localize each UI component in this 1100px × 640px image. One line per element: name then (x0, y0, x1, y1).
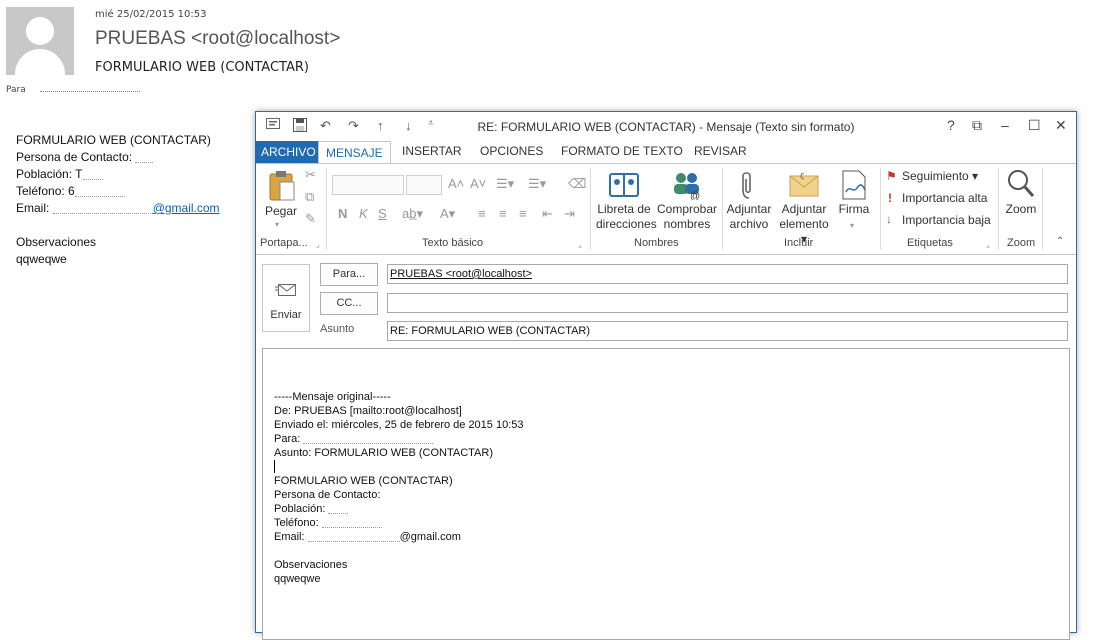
grow-font-icon[interactable]: A˄ (448, 176, 464, 191)
send-icon (275, 281, 297, 302)
follow-up-flag-icon[interactable]: ⚑ (886, 169, 897, 183)
numbering-icon[interactable]: ☰▾ (528, 176, 546, 192)
check-names-button[interactable]: Comprobar nombres (656, 202, 718, 232)
reply-body-text[interactable]: -----Mensaje original----- De: PRUEBAS [… (274, 390, 524, 586)
help-icon[interactable]: ? (947, 117, 955, 133)
bullets-icon[interactable]: ☰▾ (496, 176, 514, 192)
align-center-icon[interactable]: ≡ (499, 206, 507, 221)
etiquetas-launcher-icon[interactable]: ⌟ (986, 240, 990, 249)
body-poblacion: Población: T (16, 166, 220, 183)
paste-dropdown-icon[interactable]: ▾ (275, 220, 279, 229)
compose-window: ↶ ↷ ↑ ↓ ⩡ RE: FORMULARIO WEB (CONTACTAR)… (255, 111, 1077, 640)
message-sender[interactable]: PRUEBAS <root@localhost> (95, 28, 340, 50)
low-importance-button[interactable]: Importancia baja (902, 213, 991, 228)
send-label: Enviar (270, 309, 302, 321)
body-telefono: Teléfono: 6 (16, 183, 220, 200)
message-body-editor[interactable]: -----Mensaje original----- De: PRUEBAS [… (262, 348, 1070, 640)
group-label-incluir: Incluir (784, 237, 814, 249)
attach-file-icon[interactable] (741, 170, 757, 205)
text-cursor (274, 460, 524, 474)
texto-basico-launcher-icon[interactable]: ⌟ (578, 240, 582, 249)
underline-button[interactable]: S (378, 206, 387, 221)
group-label-portapapeles: Portapa... (260, 237, 308, 249)
group-label-etiquetas: Etiquetas (907, 237, 953, 249)
address-book-icon[interactable] (609, 172, 639, 203)
collapse-ribbon-icon[interactable]: ⌃ (1056, 236, 1064, 247)
align-right-icon[interactable]: ≡ (519, 206, 527, 221)
highlight-icon[interactable]: ab̲▾ (402, 206, 423, 222)
maximize-icon[interactable]: ☐ (1028, 117, 1041, 134)
zoom-icon[interactable] (1007, 169, 1035, 204)
copy-icon[interactable]: ⧉ (305, 189, 314, 205)
clear-format-icon[interactable]: ⌫ (568, 176, 586, 192)
signature-icon[interactable] (841, 170, 867, 205)
tab-archivo[interactable]: ARCHIVO (256, 141, 321, 163)
portapapeles-launcher-icon[interactable]: ⌟ (316, 240, 320, 249)
decrease-indent-icon[interactable]: ⇤ (542, 206, 553, 222)
group-label-nombres: Nombres (634, 237, 679, 249)
email-link[interactable]: @gmail.com (52, 201, 220, 215)
signature-button[interactable]: Firma (834, 202, 874, 217)
to-field[interactable]: PRUEBAS <root@localhost> (387, 264, 1068, 284)
tab-revisar[interactable]: REVISAR (694, 144, 747, 158)
body-heading: FORMULARIO WEB (CONTACTAR) (16, 133, 211, 147)
subject-field[interactable]: RE: FORMULARIO WEB (CONTACTAR) (387, 321, 1068, 341)
paste-button[interactable]: Pegar (265, 204, 297, 219)
minimize-icon[interactable]: – (1001, 117, 1009, 133)
font-size-combo[interactable] (406, 175, 442, 195)
paste-icon[interactable] (268, 170, 296, 207)
title-bar: ↶ ↷ ↑ ↓ ⩡ RE: FORMULARIO WEB (CONTACTAR)… (256, 112, 1076, 140)
body-observaciones: Observaciones (16, 235, 97, 249)
signature-dropdown-icon[interactable]: ▾ (850, 221, 854, 230)
increase-indent-icon[interactable]: ⇥ (564, 206, 575, 222)
tab-mensaje[interactable]: MENSAJE (318, 141, 391, 164)
format-painter-icon[interactable]: ✎ (305, 211, 316, 227)
bold-button[interactable]: N (338, 206, 347, 221)
cc-field[interactable] (387, 293, 1068, 313)
send-button[interactable]: Enviar (262, 264, 310, 332)
body-email: Email: @gmail.com (16, 201, 220, 215)
high-importance-button[interactable]: Importancia alta (902, 191, 987, 206)
message-date: mié 25/02/2015 10:53 (95, 9, 207, 20)
tab-opciones[interactable]: OPCIONES (480, 144, 543, 158)
high-importance-icon[interactable]: ! (888, 191, 892, 205)
message-to: Para (6, 85, 140, 95)
ribbon: Pegar ▾ ✂ ⧉ ✎ Portapa... ⌟ A˄ A˅ ☰▾ ☰▾ ⌫… (256, 163, 1076, 255)
tab-insertar[interactable]: INSERTAR (402, 144, 462, 158)
subject-label: Asunto (320, 323, 355, 335)
zoom-button[interactable]: Zoom (1002, 202, 1040, 217)
low-importance-icon[interactable]: ↓ (886, 212, 892, 226)
attach-file-button[interactable]: Adjuntar archivo (724, 202, 774, 232)
message-body: FORMULARIO WEB (CONTACTAR) Persona de Co… (16, 132, 220, 268)
ribbon-tabs: ARCHIVO MENSAJE INSERTAR OPCIONES FORMAT… (256, 141, 1076, 164)
cut-icon[interactable]: ✂ (305, 167, 316, 183)
tab-formato-texto[interactable]: FORMATO DE TEXTO (561, 144, 683, 158)
sender-avatar (6, 7, 74, 75)
italic-button[interactable]: K (359, 206, 368, 221)
align-left-icon[interactable]: ≡ (478, 206, 486, 221)
font-name-combo[interactable] (332, 175, 404, 195)
message-subject: FORMULARIO WEB (CONTACTAR) (95, 60, 309, 75)
body-contact: Persona de Contacto: (16, 149, 220, 166)
cc-button[interactable]: CC... (320, 292, 378, 315)
shrink-font-icon[interactable]: A˅ (470, 176, 486, 191)
svg-text:@: @ (690, 191, 700, 200)
ribbon-display-icon[interactable]: ⧉ (972, 117, 982, 134)
follow-up-button[interactable]: Seguimiento ▾ (902, 169, 978, 184)
attach-item-icon[interactable] (789, 172, 819, 202)
address-book-button[interactable]: Libreta de direcciones (596, 202, 657, 232)
body-observaciones-value: qqweqwe (16, 252, 67, 266)
group-label-zoom: Zoom (1007, 237, 1036, 249)
to-button[interactable]: Para... (320, 263, 378, 286)
font-color-icon[interactable]: A▾ (440, 206, 455, 222)
check-names-icon[interactable]: @ (670, 170, 702, 205)
close-icon[interactable]: ✕ (1055, 117, 1067, 134)
group-label-texto-basico: Texto básico (422, 237, 484, 249)
